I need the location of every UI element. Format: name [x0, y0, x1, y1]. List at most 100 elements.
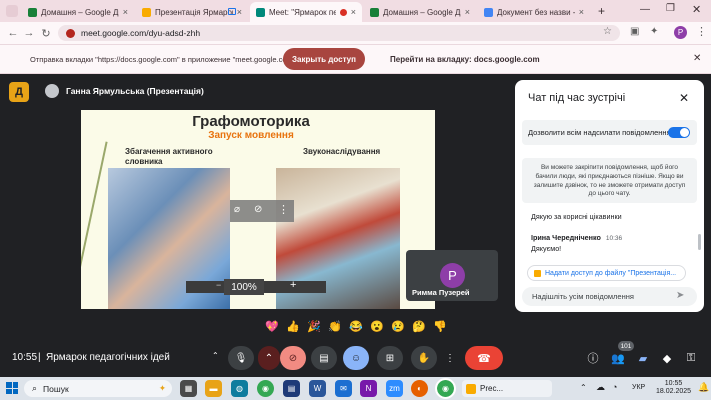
reaction-thumbs-down[interactable]: 👎 [430, 317, 450, 335]
address-bar[interactable]: meet.google.com/dyu-adsd-zhh [58, 25, 620, 41]
tab-meet[interactable]: Meet: "Ярмарок педаго × [250, 2, 362, 22]
site-info-icon[interactable] [66, 28, 75, 38]
tray-chevron-icon[interactable]: ⌃ [580, 383, 587, 392]
switch-tab-link[interactable]: Перейти на вкладку: docs.google.com [390, 55, 540, 64]
reaction-party[interactable]: 🎉 [304, 317, 324, 335]
drive-icon [370, 7, 379, 17]
host-controls-button[interactable]: ⚿ [682, 349, 700, 367]
people-button[interactable]: 👥 [609, 349, 627, 367]
mic-off-icon[interactable]: ⌀ [234, 204, 240, 215]
close-icon[interactable]: × [123, 7, 128, 17]
tab-document[interactable]: Документ без назви - Goo × [478, 2, 590, 22]
notification-bell-icon[interactable]: 🔔 [698, 382, 709, 393]
edge-icon[interactable]: ◍ [231, 380, 248, 397]
tab-drive-1[interactable]: Домашня – Google Диск × [22, 2, 134, 22]
reaction-thinking[interactable]: 🤔 [409, 317, 429, 335]
extensions-icon[interactable]: ▣ [630, 26, 639, 37]
minimize-button[interactable]: — [640, 4, 650, 15]
emoji-icon: ☺ [350, 352, 362, 364]
profile-avatar[interactable]: P [674, 26, 687, 39]
zoom-in-icon[interactable]: + [290, 279, 296, 291]
reaction-laugh[interactable]: 😂 [346, 317, 366, 335]
tab-label: Meet: "Ярмарок педаго [269, 7, 336, 17]
reaction-thumbs-up[interactable]: 👍 [283, 317, 303, 335]
more-options-button[interactable]: ⋮ [441, 346, 459, 370]
chat-button[interactable]: ▰ [634, 349, 652, 367]
tray-date: 18.02.2025 [656, 387, 692, 395]
end-call-button[interactable]: ☎ [465, 346, 503, 370]
meeting-info-button[interactable]: ⓘ [584, 349, 602, 367]
tab-drive-2[interactable]: Домашня – Google Диск × [364, 2, 476, 22]
reaction-sad[interactable]: 😢 [388, 317, 408, 335]
zoom-out-icon[interactable]: − [216, 280, 221, 290]
zoom-icon[interactable]: zm [386, 380, 403, 397]
close-icon[interactable]: × [579, 7, 584, 17]
shapes-icon: ◆ [662, 352, 672, 365]
reload-button[interactable]: ↻ [39, 26, 53, 40]
stop-sharing-button[interactable]: Закрыть доступ [283, 48, 365, 70]
maximize-button[interactable]: ❐ [666, 3, 675, 14]
file-explorer-icon[interactable]: ▬ [205, 380, 222, 397]
search-icon: ⌕ [32, 383, 38, 393]
reaction-surprised[interactable]: 😮 [367, 317, 387, 335]
drive-icon [28, 7, 37, 17]
task-view-icon[interactable]: ▦ [180, 380, 197, 397]
audio-options-chevron-icon[interactable]: ⌃ [212, 351, 226, 365]
back-button[interactable]: ← [6, 26, 20, 40]
close-window-button[interactable]: ✕ [692, 3, 701, 16]
mic-button[interactable]: 🎙 [228, 346, 254, 370]
taskbar-search[interactable]: ⌕ Пошук ✦ [24, 380, 172, 397]
slide-right-caption: Звуконаслідування [303, 147, 381, 156]
forward-button[interactable]: → [22, 26, 36, 40]
zoom-level: 100% [224, 279, 264, 295]
chat-input[interactable]: Надішліть усім повідомлення [522, 287, 697, 306]
store-icon[interactable]: ▤ [283, 380, 300, 397]
bookmark-star-icon[interactable]: ☆ [603, 26, 612, 37]
reactions-button[interactable]: ☺ [343, 346, 369, 370]
menu-kebab-icon[interactable]: ⋮ [696, 25, 707, 38]
tab-label: Домашня – Google Диск [41, 7, 119, 17]
chrome-icon[interactable]: ◉ [257, 380, 274, 397]
activities-button[interactable]: ◆ [658, 349, 676, 367]
chrome-active-icon[interactable]: ◉ [435, 378, 456, 399]
start-button[interactable] [6, 382, 18, 394]
new-tab-button[interactable]: + [598, 4, 605, 18]
close-infobar-icon[interactable]: ✕ [693, 53, 701, 64]
present-button[interactable]: ⊞ [377, 346, 403, 370]
active-app-button[interactable]: Prec... [462, 380, 552, 397]
docs-icon [484, 7, 493, 17]
reaction-heart[interactable]: 💖 [262, 317, 282, 335]
reaction-clap[interactable]: 👏 [325, 317, 345, 335]
slide-left-caption: Збагачення активного словника [125, 147, 213, 166]
close-icon[interactable]: ✕ [679, 91, 689, 105]
language-indicator[interactable]: УКР [632, 384, 645, 391]
hide-icon[interactable]: ⊘ [254, 204, 262, 215]
camera-off-button[interactable]: ⊘ [280, 346, 306, 370]
close-icon[interactable]: × [351, 7, 356, 17]
firefox-icon[interactable]: ◐ [411, 380, 428, 397]
captions-button[interactable]: ▤ [311, 346, 337, 370]
raise-hand-button[interactable]: ✋ [411, 346, 437, 370]
extensions-puzzle-icon[interactable]: ✦ [650, 26, 658, 37]
search-placeholder: Пошук [43, 383, 69, 394]
wifi-icon[interactable]: ◔ [612, 382, 617, 392]
more-icon[interactable]: ⋮ [278, 203, 289, 216]
meeting-clock: 10:55 [12, 352, 38, 363]
info-icon: ⓘ [587, 353, 599, 365]
network-icon[interactable]: ☁ [596, 382, 605, 393]
close-icon[interactable]: × [237, 7, 242, 17]
close-icon[interactable]: × [465, 7, 470, 17]
mail-icon[interactable]: ✉ [335, 380, 352, 397]
file-access-link[interactable]: Надати доступ до файлу "Презентація... [527, 265, 686, 281]
app-logo: Д [9, 82, 29, 102]
onenote-icon[interactable]: N [360, 380, 377, 397]
tray-clock[interactable]: 10:55 18.02.2025 [656, 380, 691, 395]
video-options-chevron[interactable]: ⌃ [258, 346, 280, 370]
send-icon[interactable]: ➤ [676, 290, 684, 301]
tab-presentation[interactable]: Презентація Ярмарок 2 × [136, 2, 248, 22]
tab-search-icon[interactable] [6, 5, 18, 17]
slide-subtitle: Запуск мовлення [208, 130, 294, 141]
word-icon[interactable]: W [309, 380, 326, 397]
windows-logo-icon [6, 382, 12, 388]
chat-scrollbar[interactable] [698, 234, 701, 250]
